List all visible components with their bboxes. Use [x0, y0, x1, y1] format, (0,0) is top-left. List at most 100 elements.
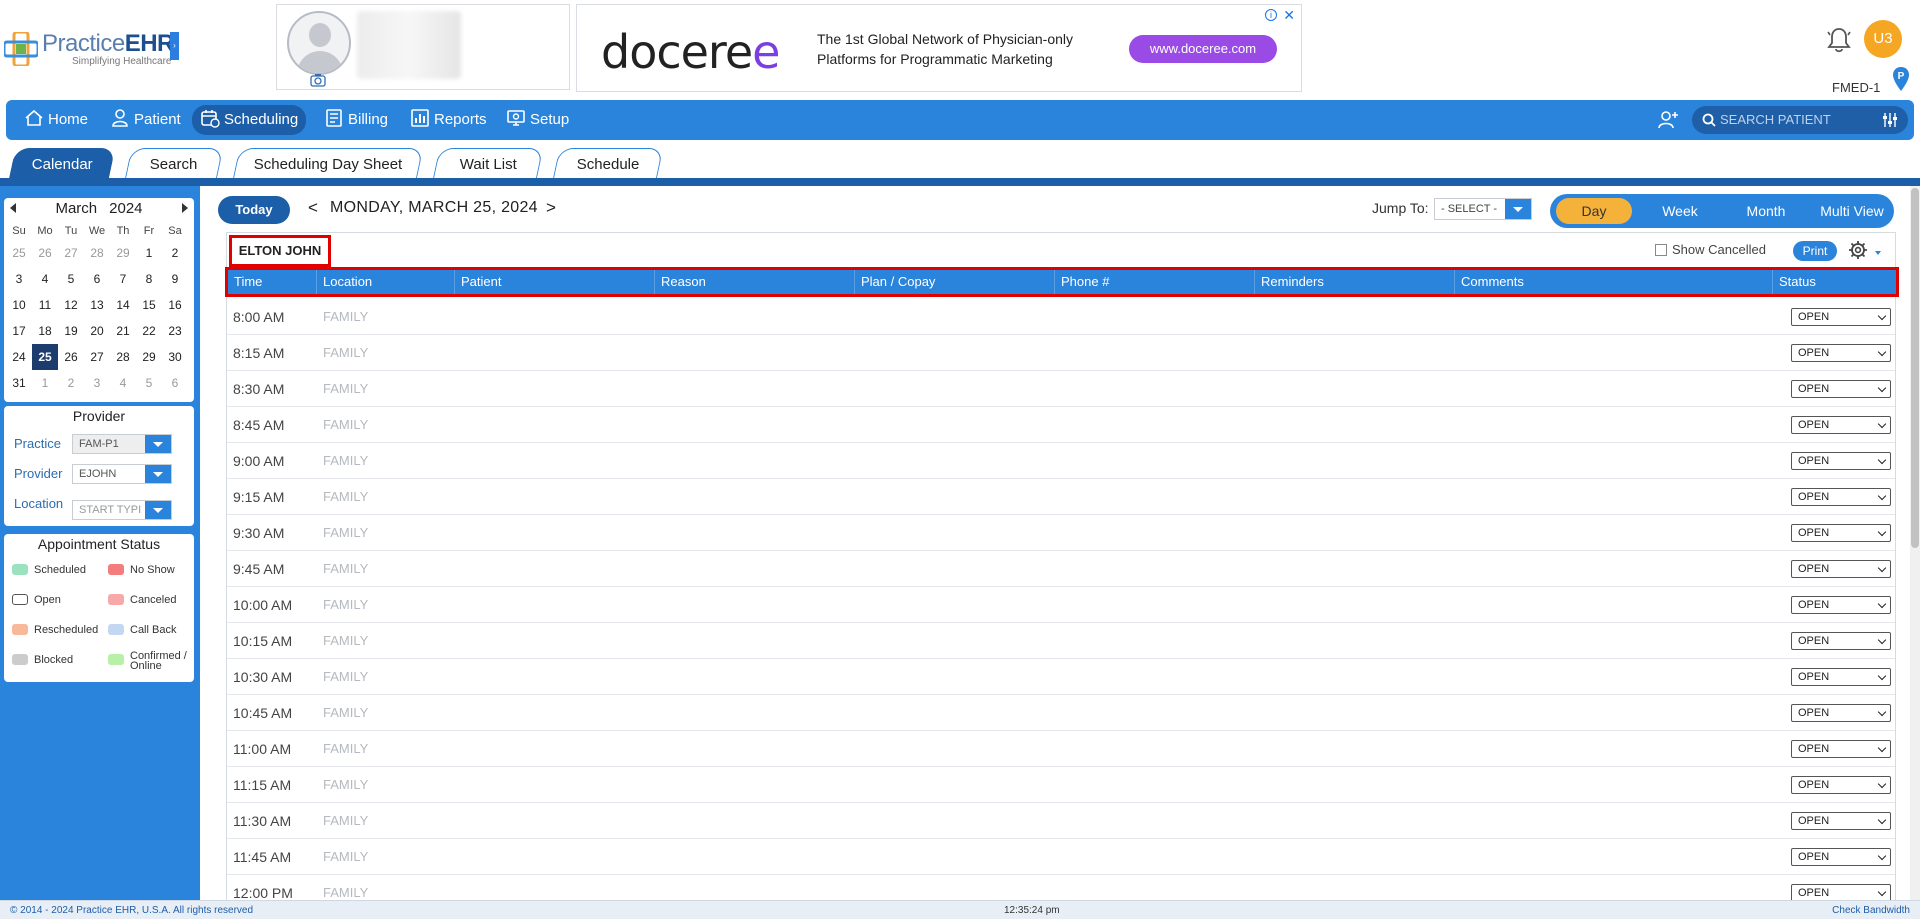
scrollbar-thumb[interactable]	[1911, 188, 1919, 548]
calendar-day[interactable]: 8	[136, 266, 162, 292]
add-user-icon[interactable]	[1656, 108, 1680, 132]
calendar-day[interactable]: 28	[110, 344, 136, 370]
ad-close-icon[interactable]: ✕	[1283, 7, 1295, 24]
col-status[interactable]: Status	[1772, 270, 1896, 294]
calendar-day[interactable]: 6	[84, 266, 110, 292]
calendar-day[interactable]: 11	[32, 292, 58, 318]
calendar-day[interactable]: 4	[32, 266, 58, 292]
table-row[interactable]: 9:15 AM FAMILY OPEN	[227, 479, 1895, 515]
print-button[interactable]: Print	[1793, 241, 1837, 261]
tab-calendar[interactable]: Calendar	[8, 148, 116, 180]
user-avatar[interactable]: U3	[1864, 20, 1902, 58]
calendar-day[interactable]: 13	[84, 292, 110, 318]
tab-schedule[interactable]: Schedule	[552, 148, 664, 180]
calendar-day[interactable]: 24	[6, 344, 32, 370]
table-row[interactable]: 11:30 AM FAMILY OPEN	[227, 803, 1895, 839]
today-button[interactable]: Today	[218, 196, 290, 224]
table-row[interactable]: 8:15 AM FAMILY OPEN	[227, 335, 1895, 371]
jump-to-select[interactable]: - SELECT -	[1434, 198, 1532, 220]
table-row[interactable]: 9:45 AM FAMILY OPEN	[227, 551, 1895, 587]
table-row[interactable]: 8:30 AM FAMILY OPEN	[227, 371, 1895, 407]
calendar-day[interactable]: 19	[58, 318, 84, 344]
location-pin-icon[interactable]: P	[1892, 66, 1910, 92]
checkbox-icon[interactable]	[1655, 244, 1667, 256]
col-time[interactable]: Time	[228, 270, 316, 294]
row-status-select[interactable]: OPEN	[1791, 596, 1891, 614]
row-status-select[interactable]: OPEN	[1791, 524, 1891, 542]
calendar-day[interactable]: 12	[58, 292, 84, 318]
provider-select[interactable]: EJOHN	[72, 464, 172, 484]
col-comments[interactable]: Comments	[1454, 270, 1772, 294]
row-status-select[interactable]: OPEN	[1791, 344, 1891, 362]
row-status-select[interactable]: OPEN	[1791, 416, 1891, 434]
search-patient-input[interactable]: SEARCH PATIENT	[1692, 106, 1908, 134]
table-row[interactable]: 11:15 AM FAMILY OPEN	[227, 767, 1895, 803]
table-row[interactable]: 10:15 AM FAMILY OPEN	[227, 623, 1895, 659]
tab-scheduling-day-sheet[interactable]: Scheduling Day Sheet	[232, 148, 424, 180]
calendar-day[interactable]: 27	[58, 240, 84, 266]
calendar-day[interactable]: 3	[84, 370, 110, 396]
table-row[interactable]: 11:45 AM FAMILY OPEN	[227, 839, 1895, 875]
ad-banner[interactable]: doceree The 1st Global Network of Physic…	[576, 4, 1302, 92]
settings-gear-icon[interactable]	[1847, 239, 1887, 261]
calendar-day[interactable]: 31	[6, 370, 32, 396]
row-status-select[interactable]: OPEN	[1791, 308, 1891, 326]
camera-icon[interactable]	[310, 73, 326, 87]
tab-wait-list[interactable]: Wait List	[432, 148, 544, 180]
row-status-select[interactable]: OPEN	[1791, 812, 1891, 830]
view-month-button[interactable]: Month	[1726, 198, 1806, 224]
calendar-day[interactable]: 10	[6, 292, 32, 318]
table-row[interactable]: 10:45 AM FAMILY OPEN	[227, 695, 1895, 731]
row-status-select[interactable]: OPEN	[1791, 668, 1891, 686]
check-bandwidth-link[interactable]: Check Bandwidth	[1832, 905, 1910, 916]
calendar-day[interactable]: 2	[162, 240, 188, 266]
calendar-day[interactable]: 28	[84, 240, 110, 266]
calendar-day[interactable]: 23	[162, 318, 188, 344]
row-status-select[interactable]: OPEN	[1791, 632, 1891, 650]
nav-patient[interactable]: Patient	[102, 105, 189, 135]
calendar-next-month-icon[interactable]	[182, 203, 188, 213]
calendar-day[interactable]: 18	[32, 318, 58, 344]
calendar-day[interactable]: 5	[136, 370, 162, 396]
table-row[interactable]: 8:45 AM FAMILY OPEN	[227, 407, 1895, 443]
nav-scheduling[interactable]: Scheduling	[192, 105, 307, 135]
calendar-day[interactable]: 22	[136, 318, 162, 344]
nav-home[interactable]: Home	[16, 105, 96, 135]
calendar-day[interactable]: 7	[110, 266, 136, 292]
calendar-day[interactable]: 2	[58, 370, 84, 396]
table-row[interactable]: 11:00 AM FAMILY OPEN	[227, 731, 1895, 767]
nav-billing[interactable]: Billing	[316, 105, 396, 135]
table-row[interactable]: 9:00 AM FAMILY OPEN	[227, 443, 1895, 479]
col-plan-copay[interactable]: Plan / Copay	[854, 270, 1054, 294]
tab-search[interactable]: Search	[124, 148, 224, 180]
calendar-day[interactable]: 26	[58, 344, 84, 370]
calendar-day[interactable]: 20	[84, 318, 110, 344]
nav-reports[interactable]: Reports	[402, 105, 495, 135]
row-status-select[interactable]: OPEN	[1791, 704, 1891, 722]
notification-bell-icon[interactable]	[1826, 26, 1852, 54]
row-status-select[interactable]: OPEN	[1791, 776, 1891, 794]
view-week-button[interactable]: Week	[1642, 198, 1718, 224]
col-reason[interactable]: Reason	[654, 270, 854, 294]
calendar-day[interactable]: 4	[110, 370, 136, 396]
row-status-select[interactable]: OPEN	[1791, 560, 1891, 578]
calendar-day[interactable]: 15	[136, 292, 162, 318]
practice-select[interactable]: FAM-P1	[72, 434, 172, 454]
row-status-select[interactable]: OPEN	[1791, 740, 1891, 758]
row-status-select[interactable]: OPEN	[1791, 488, 1891, 506]
table-row[interactable]: 10:30 AM FAMILY OPEN	[227, 659, 1895, 695]
calendar-day[interactable]: 3	[6, 266, 32, 292]
table-row[interactable]: 9:30 AM FAMILY OPEN	[227, 515, 1895, 551]
next-day-button[interactable]: >	[546, 198, 556, 218]
calendar-day[interactable]: 9	[162, 266, 188, 292]
calendar-day[interactable]: 21	[110, 318, 136, 344]
calendar-day[interactable]: 16	[162, 292, 188, 318]
ad-info-icon[interactable]: i	[1265, 9, 1277, 21]
calendar-day[interactable]: 29	[136, 344, 162, 370]
calendar-day[interactable]: 1	[136, 240, 162, 266]
calendar-day[interactable]: 25	[32, 344, 58, 370]
row-status-select[interactable]: OPEN	[1791, 452, 1891, 470]
practice-ehr-logo[interactable]: PracticeEHR Simplifying Healthcare ›	[4, 28, 180, 72]
location-input[interactable]: START TYPI	[72, 500, 172, 520]
show-cancelled-checkbox[interactable]: Show Cancelled	[1655, 242, 1766, 257]
